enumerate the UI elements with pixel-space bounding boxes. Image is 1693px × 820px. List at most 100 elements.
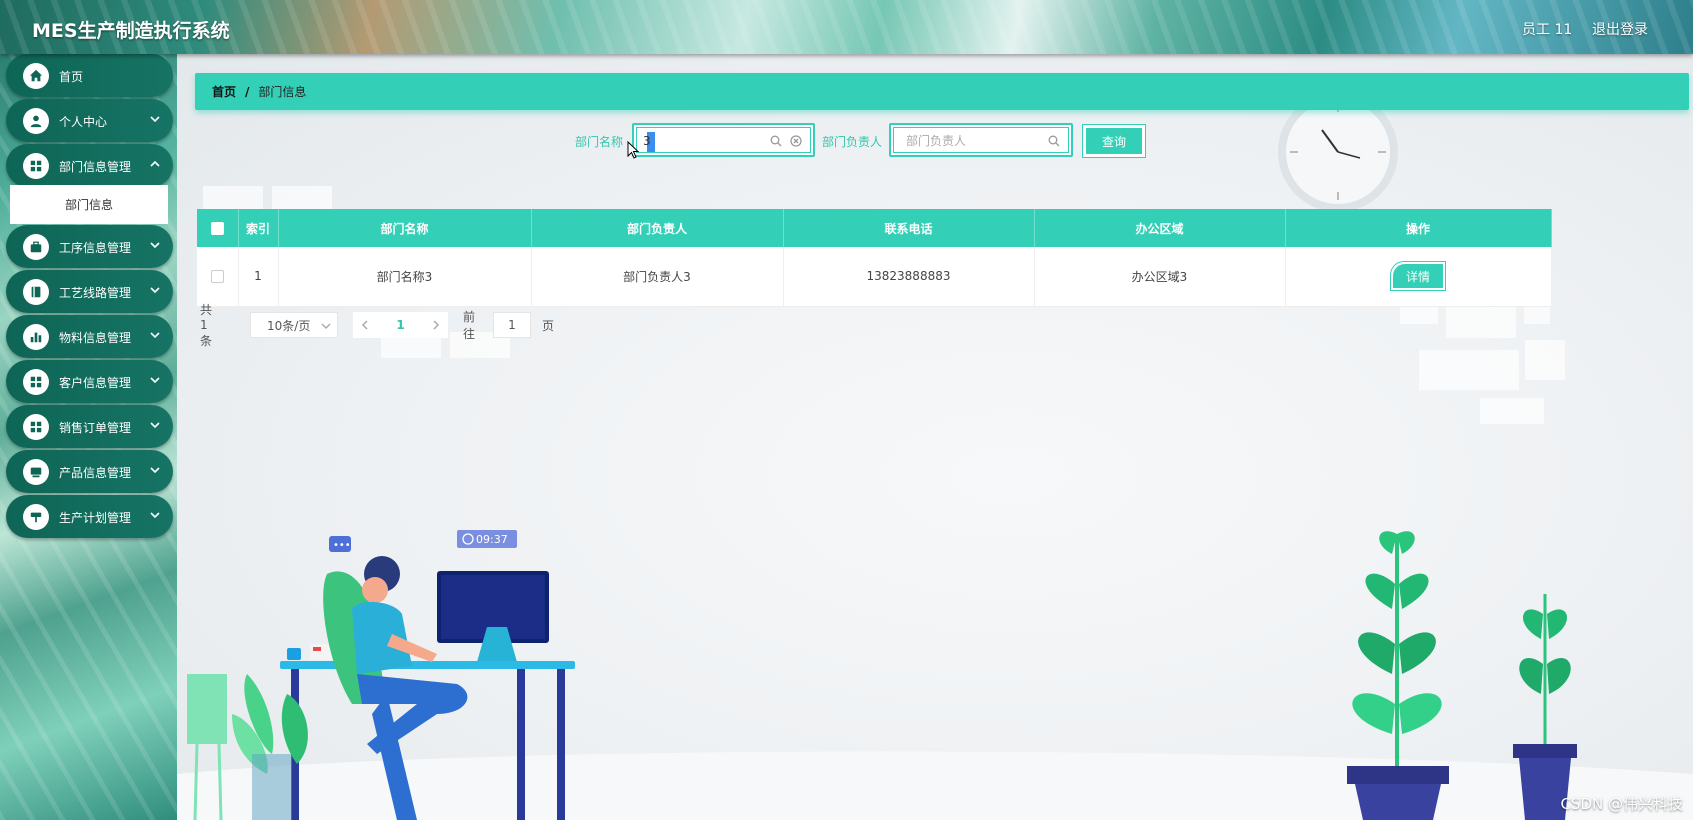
chevron-down-icon — [149, 419, 161, 431]
breadcrumb-separator: / — [245, 84, 250, 99]
sidebar-item-route-management[interactable]: 工艺线路管理 — [6, 270, 173, 313]
cell-index: 1 — [238, 247, 279, 307]
sidebar: 首页 个人中心 部门信息管理 部门信息 工序信息管理 工艺线路管理 物料信息管理 — [0, 54, 177, 820]
column-header-index: 索引 — [238, 209, 279, 247]
page-size-select[interactable]: 10条/页 — [250, 312, 338, 338]
sidebar-item-sales-order-management[interactable]: 销售订单管理 — [6, 405, 173, 448]
sidebar-item-personal-center[interactable]: 个人中心 — [6, 99, 173, 142]
breadcrumb-home[interactable]: 首页 — [212, 83, 236, 100]
decor-tile — [1480, 398, 1544, 424]
current-page-number[interactable]: 1 — [377, 318, 424, 332]
page-nav: 1 — [353, 312, 448, 338]
decor-tile — [1525, 340, 1565, 380]
top-header: MES生产制造执行系统 员工 11 退出登录 — [0, 0, 1693, 54]
goto-label: 前往 — [463, 310, 476, 341]
cell-phone: 13823888883 — [783, 247, 1035, 307]
chevron-down-icon — [321, 323, 331, 330]
chevron-down-icon — [149, 374, 161, 386]
table-row: 1 部门名称3 部门负责人3 13823888883 办公区域3 详情 — [197, 247, 1552, 307]
cell-dept-name: 部门名称3 — [278, 247, 532, 307]
breadcrumb-current: 部门信息 — [258, 85, 307, 99]
chevron-left-icon — [361, 320, 368, 330]
sidebar-item-label: 物料信息管理 — [59, 331, 132, 345]
sidebar-item-label: 部门信息管理 — [59, 160, 132, 174]
cell-dept-head: 部门负责人3 — [531, 247, 784, 307]
pagination-total: 共 1 条 — [200, 303, 213, 348]
dept-name-input[interactable] — [643, 131, 783, 151]
sidebar-item-customer-management[interactable]: 客户信息管理 — [6, 360, 173, 403]
sidebar-item-label: 工序信息管理 — [59, 241, 132, 255]
sidebar-item-label: 客户信息管理 — [59, 376, 132, 390]
chevron-right-icon — [433, 320, 440, 330]
sidebar-item-label: 工艺线路管理 — [59, 286, 132, 300]
logout-link[interactable]: 退出登录 — [1592, 19, 1648, 39]
svg-text:•••: ••• — [333, 540, 351, 551]
next-page-button[interactable] — [424, 320, 448, 330]
grid-icon — [23, 369, 49, 395]
clock-badge-time: 09:37 — [476, 533, 508, 546]
chevron-up-icon — [149, 158, 161, 170]
detail-button[interactable]: 详情 — [1390, 261, 1446, 292]
clear-icon[interactable] — [790, 135, 802, 147]
goto-page-input[interactable]: 1 — [493, 312, 531, 338]
cell-area: 办公区域3 — [1034, 247, 1286, 307]
book-icon — [23, 279, 49, 305]
sidebar-item-product-management[interactable]: 产品信息管理 — [6, 450, 173, 493]
column-header-area: 办公区域 — [1034, 209, 1286, 247]
main-content: ••• 09:37 首页 / 部门信息 部门名称 3 部门负责人 部门负责人 查… — [177, 54, 1693, 820]
user-icon — [23, 108, 49, 134]
prev-page-button[interactable] — [353, 320, 377, 330]
wall-clock-icon — [1278, 92, 1398, 212]
dept-table: 索引 部门名称 部门负责人 联系电话 办公区域 操作 1 部门名称3 部门负责人… — [197, 209, 1552, 307]
table-header-row: 索引 部门名称 部门负责人 联系电话 办公区域 操作 — [197, 209, 1552, 247]
column-header-dept-head: 部门负责人 — [531, 209, 784, 247]
chevron-down-icon — [149, 464, 161, 476]
signpost-icon — [23, 504, 49, 530]
home-icon — [23, 63, 49, 89]
chevron-down-icon — [149, 329, 161, 341]
sidebar-item-label: 产品信息管理 — [59, 466, 132, 480]
row-checkbox[interactable] — [210, 270, 224, 284]
sidebar-item-material-management[interactable]: 物料信息管理 — [6, 315, 173, 358]
select-all-checkbox[interactable] — [210, 222, 224, 235]
sidebar-item-dept-management[interactable]: 部门信息管理 — [6, 144, 173, 187]
dept-head-label: 部门负责人 — [822, 135, 883, 149]
sidebar-item-home[interactable]: 首页 — [6, 54, 173, 97]
search-icon — [770, 135, 782, 147]
chevron-down-icon — [149, 113, 161, 125]
chevron-down-icon — [149, 509, 161, 521]
submenu-item-dept-info[interactable]: 部门信息 — [10, 185, 168, 224]
sidebar-item-label: 销售订单管理 — [59, 421, 132, 435]
sidebar-item-label: 生产计划管理 — [59, 511, 132, 525]
app-root: MES生产制造执行系统 员工 11 退出登录 首页 个人中心 部门信息管理 部门… — [0, 0, 1693, 820]
column-header-action: 操作 — [1285, 209, 1552, 247]
mouse-cursor-icon — [627, 141, 639, 159]
column-header-phone: 联系电话 — [783, 209, 1035, 247]
dept-head-search-box[interactable] — [889, 123, 1073, 157]
sidebar-item-label: 首页 — [59, 70, 84, 84]
search-icon — [1048, 135, 1060, 147]
dept-head-input[interactable] — [906, 131, 1046, 151]
row-select-cell[interactable] — [197, 247, 239, 307]
page-size-value: 10条/页 — [267, 318, 311, 333]
sidebar-item-label: 个人中心 — [59, 115, 108, 129]
app-title: MES生产制造执行系统 — [32, 20, 230, 42]
dept-name-label: 部门名称 — [575, 135, 624, 149]
sidebar-item-process-management[interactable]: 工序信息管理 — [6, 225, 173, 268]
query-button-label: 查询 — [1086, 128, 1142, 154]
select-all-cell[interactable] — [197, 209, 239, 247]
chevron-down-icon — [149, 239, 161, 251]
monitor-icon — [23, 459, 49, 485]
bar-chart-icon — [23, 324, 49, 350]
detail-button-label: 详情 — [1393, 264, 1443, 289]
grid-icon — [23, 414, 49, 440]
breadcrumb: 首页 / 部门信息 — [195, 73, 1689, 110]
chevron-down-icon — [149, 284, 161, 296]
page-unit-label: 页 — [542, 318, 555, 333]
column-header-dept-name: 部门名称 — [278, 209, 532, 247]
dept-name-search-box[interactable] — [632, 123, 815, 157]
grid-icon — [23, 153, 49, 179]
query-button[interactable]: 查询 — [1082, 124, 1146, 158]
sidebar-item-production-plan-management[interactable]: 生产计划管理 — [6, 495, 173, 538]
decor-tile — [1419, 350, 1519, 390]
